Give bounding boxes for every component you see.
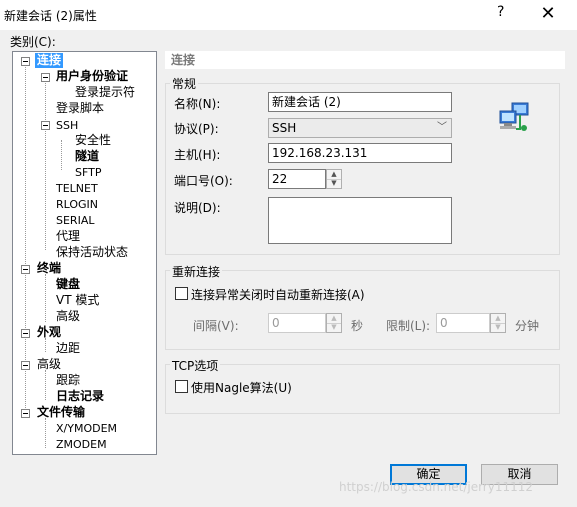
nagle-checkbox[interactable] (175, 380, 188, 393)
tree-ssh[interactable]: SSH (56, 118, 78, 133)
general-group-title: 常规 (170, 75, 199, 92)
tree-line (45, 338, 46, 352)
tcp-group-title: TCP选项 (170, 357, 221, 374)
tree-advanced[interactable]: 高级 (56, 309, 80, 324)
tree-line (45, 370, 46, 400)
port-spinner[interactable]: ▲ ▼ (326, 169, 342, 189)
protocol-select[interactable]: SSH ﹀ (268, 118, 452, 138)
interval-spinner[interactable]: ▲ ▼ (326, 313, 342, 333)
tree-line (45, 80, 46, 250)
collapse-icon[interactable] (21, 361, 30, 370)
tree-tunnel[interactable]: 隧道 (75, 149, 99, 164)
tree-sftp[interactable]: SFTP (75, 165, 101, 180)
limit-label: 限制(L): (386, 319, 431, 333)
category-label: 类别(C): (10, 35, 56, 49)
collapse-icon[interactable] (21, 409, 30, 418)
seconds-label: 秒 (351, 319, 364, 333)
tree-keyboard[interactable]: 键盘 (56, 277, 80, 292)
section-header: 连接 (165, 51, 565, 69)
collapse-icon[interactable] (21, 57, 30, 66)
name-input[interactable]: 新建会话 (2) (268, 92, 452, 112)
collapse-icon[interactable] (41, 73, 50, 82)
collapse-icon[interactable] (21, 265, 30, 274)
tree-rlogin[interactable]: RLOGIN (56, 197, 98, 212)
nagle-label[interactable]: 使用Nagle算法(U) (191, 379, 292, 396)
port-label: 端口号(O): (174, 174, 233, 188)
spin-down-icon[interactable]: ▼ (327, 179, 341, 188)
spin-down-icon[interactable]: ▼ (327, 323, 341, 332)
host-label: 主机(H): (174, 148, 221, 162)
reconnect-group-title: 重新连接 (170, 263, 223, 280)
minutes-label: 分钟 (515, 319, 540, 333)
tree-login-prompt[interactable]: 登录提示符 (75, 85, 135, 100)
port-input[interactable]: 22 (268, 169, 326, 189)
close-icon[interactable]: ✕ (536, 2, 560, 26)
limit-input[interactable]: 0 (436, 313, 490, 333)
interval-label: 间隔(V): (193, 319, 239, 333)
help-icon[interactable]: ? (497, 4, 504, 20)
watermark: https://blog.csdn.net/jerry11112 (339, 480, 534, 494)
tree-logging[interactable]: 日志记录 (56, 389, 104, 404)
tree-login-script[interactable]: 登录脚本 (56, 101, 104, 116)
auto-reconnect-label[interactable]: 连接异常关闭时自动重新连接(A) (191, 286, 365, 303)
host-input[interactable]: 192.168.23.131 (268, 143, 452, 163)
reconnect-group (165, 270, 560, 350)
desc-textarea[interactable] (268, 197, 452, 244)
tree-file-transfer[interactable]: 文件传输 (37, 405, 85, 420)
title-bar: 新建会话 (2)属性 ? ✕ (0, 0, 577, 30)
auto-reconnect-checkbox[interactable] (175, 287, 188, 300)
tree-security[interactable]: 安全性 (75, 133, 111, 148)
tree-connection[interactable]: 连接 (35, 53, 64, 68)
tree-proxy[interactable]: 代理 (56, 229, 80, 244)
tree-line (61, 140, 62, 170)
tree-xymodem[interactable]: X/YMODEM (56, 421, 117, 436)
tree-telnet[interactable]: TELNET (56, 181, 98, 196)
tree-terminal[interactable]: 终端 (37, 261, 61, 276)
protocol-label: 协议(P): (174, 122, 219, 136)
limit-spinner[interactable]: ▲ ▼ (490, 313, 506, 333)
chevron-down-icon: ﹀ (437, 122, 447, 133)
protocol-value: SSH (272, 121, 297, 135)
tree-zmodem[interactable]: ZMODEM (56, 437, 107, 452)
tree-user-auth[interactable]: 用户身份验证 (56, 69, 128, 84)
tree-advanced2[interactable]: 高级 (37, 357, 61, 372)
collapse-icon[interactable] (21, 329, 30, 338)
tree-serial[interactable]: SERIAL (56, 213, 94, 228)
interval-input[interactable]: 0 (268, 313, 326, 333)
spin-down-icon[interactable]: ▼ (491, 323, 505, 332)
tree-keepalive[interactable]: 保持活动状态 (56, 245, 128, 260)
desc-label: 说明(D): (174, 201, 221, 215)
category-tree[interactable]: 连接 用户身份验证 登录提示符 登录脚本 SSH 安全性 隧道 SFTP TEL… (12, 51, 157, 455)
tree-vt-mode[interactable]: VT 模式 (56, 293, 99, 308)
window-title: 新建会话 (2)属性 (4, 9, 97, 23)
tree-line (45, 418, 46, 448)
tree-margin[interactable]: 边距 (56, 341, 80, 356)
tree-trace[interactable]: 跟踪 (56, 373, 80, 388)
collapse-icon[interactable] (41, 121, 50, 130)
tree-line (45, 274, 46, 322)
tree-appearance[interactable]: 外观 (37, 325, 61, 340)
name-label: 名称(N): (174, 97, 221, 111)
network-icon (499, 102, 529, 131)
